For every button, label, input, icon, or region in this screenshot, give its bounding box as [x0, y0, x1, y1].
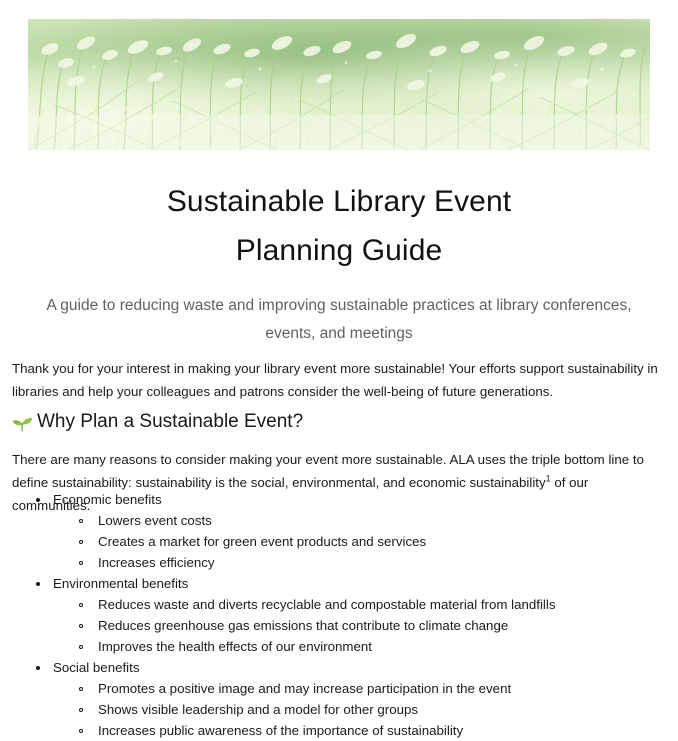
page-title-line-2: Planning Guide [235, 234, 443, 268]
page-title-line-1: Sustainable Library Event [166, 185, 512, 219]
grass-meadow-illustration [28, 19, 650, 150]
intro-paragraph: Thank you for your interest in making yo… [12, 361, 658, 400]
benefit-item: Increases public awareness of the import… [0, 720, 678, 741]
benefit-item: Lowers event costs [0, 510, 678, 531]
document-page: Sustainable Library Event Planning Guide… [0, 0, 678, 738]
benefit-category: Environmental benefits [0, 573, 678, 594]
benefit-item: Promotes a positive image and may increa… [0, 678, 678, 699]
benefits-list: Economic benefits Lowers event costs Creat… [0, 489, 678, 741]
page-subtitle: A guide to reducing waste and improving … [46, 296, 632, 342]
benefit-category: Economic benefits [0, 489, 678, 510]
section-heading-label: Why Plan a Sustainable Event? [37, 410, 304, 432]
seedling-icon [10, 411, 34, 435]
page-title: Sustainable Library Event Planning Guide [0, 183, 678, 270]
benefit-item: Reduces waste and diverts recyclable and… [0, 594, 678, 615]
benefit-item: Shows visible leadership and a model for… [0, 699, 678, 720]
benefit-category: Social benefits [0, 657, 678, 678]
section-paragraph-part-1: There are many reasons to consider makin… [12, 452, 644, 491]
benefit-item: Improves the health effects of our envir… [0, 636, 678, 657]
benefit-item: Creates a market for green event product… [0, 531, 678, 552]
benefit-item: Reduces greenhouse gas emissions that co… [0, 615, 678, 636]
header-banner-image [28, 19, 650, 150]
section-heading-why-plan: Why Plan a Sustainable Event? [10, 409, 303, 435]
benefit-item: Increases efficiency [0, 552, 678, 573]
